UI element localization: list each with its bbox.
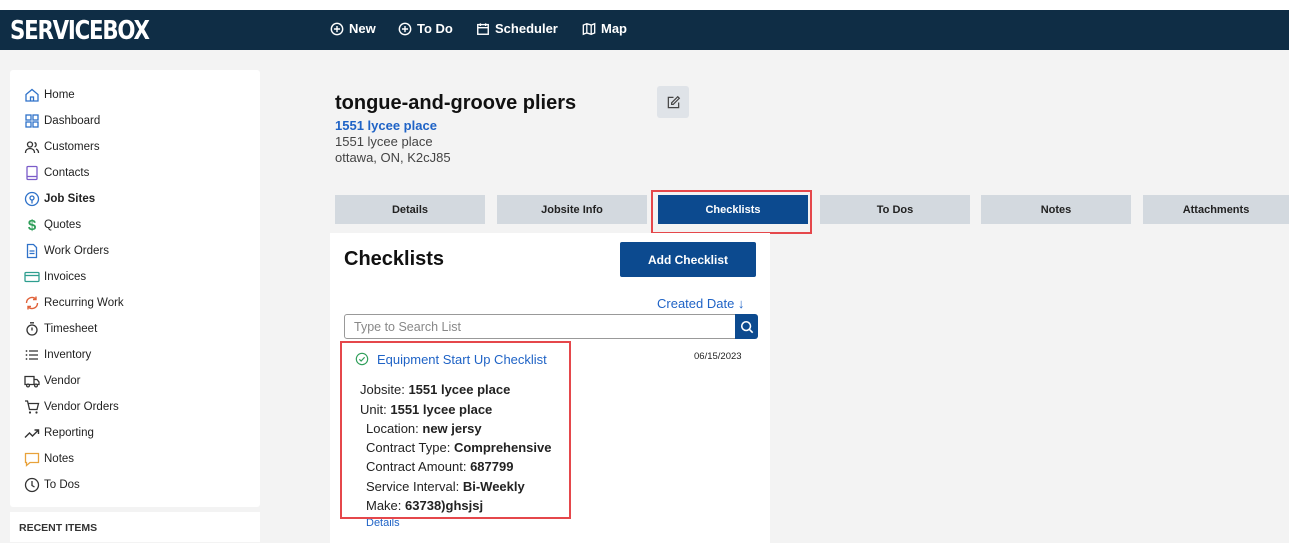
recent-items-title: RECENT ITEMS	[19, 522, 98, 534]
sidebar-item-work-orders[interactable]: Work Orders	[24, 240, 109, 262]
sidebar-item-inventory[interactable]: Inventory	[24, 344, 91, 366]
sidebar-item-vendor-orders[interactable]: Vendor Orders	[24, 396, 119, 418]
chat-icon	[24, 451, 40, 467]
dollar-icon: $	[27, 216, 37, 234]
nav-map-label: Map	[601, 21, 627, 36]
nav-scheduler-label: Scheduler	[495, 21, 558, 36]
card-icon	[24, 269, 40, 285]
list-icon	[24, 347, 40, 363]
plus-circle-icon	[330, 22, 344, 35]
address-link[interactable]: 1551 lycee place	[335, 118, 437, 133]
plus-circle-icon	[398, 22, 412, 35]
cart-icon	[24, 399, 40, 415]
sidebar-item-label: Reporting	[44, 427, 94, 439]
highlight-box-tab	[651, 190, 812, 234]
brand-logo[interactable]: SERVICEBOX	[10, 16, 150, 46]
sidebar-item-notes[interactable]: Notes	[24, 448, 74, 470]
home-icon	[24, 87, 40, 103]
nav-map[interactable]: Map	[582, 21, 627, 36]
sidebar-item-timesheet[interactable]: Timesheet	[24, 318, 97, 340]
sidebar-item-label: Contacts	[44, 167, 90, 179]
nav-new-label: New	[349, 21, 376, 36]
sidebar-item-vendor[interactable]: Vendor	[24, 370, 80, 392]
tab-jobsite-info[interactable]: Jobsite Info	[497, 195, 647, 224]
sidebar-item-label: Job Sites	[44, 193, 96, 205]
edit-icon	[667, 95, 680, 108]
tab-details[interactable]: Details	[335, 195, 485, 224]
nav-new[interactable]: New	[330, 21, 376, 36]
page-title: tongue-and-groove pliers	[335, 92, 577, 114]
checklists-title: Checklists	[344, 248, 445, 270]
sidebar-item-label: Vendor Orders	[44, 401, 119, 413]
sidebar-item-label: Work Orders	[44, 245, 109, 257]
sidebar-item-label: Invoices	[44, 271, 87, 283]
nav-todo-label: To Do	[417, 21, 453, 36]
sidebar-item-dashboard[interactable]: Dashboard	[24, 110, 100, 132]
search-input[interactable]	[344, 314, 736, 339]
trend-icon	[24, 425, 40, 441]
sort-created-date[interactable]: Created Date ↓	[657, 296, 744, 311]
address-line-2: ottawa, ON, K2cJ85	[335, 150, 451, 165]
highlight-box-checklist	[340, 341, 571, 519]
sidebar-item-label: Dashboard	[44, 115, 101, 127]
edit-button[interactable]	[657, 86, 689, 118]
stopwatch-icon	[24, 321, 40, 337]
sidebar-item-reporting[interactable]: Reporting	[24, 422, 94, 444]
tab-attachments[interactable]: Attachments	[1143, 195, 1289, 224]
users-icon	[24, 139, 40, 155]
sidebar-item-label: Vendor	[44, 375, 81, 387]
book-icon	[24, 165, 40, 181]
sidebar-item-label: To Dos	[44, 479, 80, 491]
recent-items-section: RECENT ITEMS	[10, 512, 260, 542]
sidebar-item-to-dos[interactable]: To Dos	[24, 474, 80, 496]
nav-scheduler[interactable]: Scheduler	[476, 21, 558, 36]
sidebar-item-home[interactable]: Home	[24, 84, 75, 106]
sidebar-item-invoices[interactable]: Invoices	[24, 266, 86, 288]
browser-strip	[0, 0, 1289, 10]
search-button[interactable]	[735, 314, 758, 339]
sidebar-item-label: Recurring Work	[44, 297, 124, 309]
tab-notes[interactable]: Notes	[981, 195, 1131, 224]
checklist-date: 06/15/2023	[694, 351, 742, 362]
sidebar-item-customers[interactable]: Customers	[24, 136, 100, 158]
document-icon	[24, 243, 40, 259]
sidebar-item-label: Notes	[44, 453, 75, 465]
sidebar-item-label: Customers	[44, 141, 100, 153]
sidebar-item-label: Quotes	[44, 219, 82, 231]
search-icon	[740, 320, 753, 333]
tab-to-dos[interactable]: To Dos	[820, 195, 970, 224]
address-line-1: 1551 lycee place	[335, 134, 433, 149]
sidebar-item-recurring-work[interactable]: Recurring Work	[24, 292, 124, 314]
sidebar-item-job-sites[interactable]: Job Sites	[24, 188, 95, 210]
calendar-icon	[477, 22, 489, 35]
top-navbar: SERVICEBOX New To Do Scheduler Map	[0, 10, 1289, 50]
map-icon	[582, 22, 596, 35]
clock-icon	[24, 477, 40, 493]
nav-todo[interactable]: To Do	[398, 21, 453, 36]
sidebar-item-contacts[interactable]: Contacts	[24, 162, 89, 184]
sidebar-item-label: Timesheet	[44, 323, 98, 335]
sidebar-item-label: Home	[44, 89, 75, 101]
truck-icon	[24, 373, 40, 389]
sidebar-item-quotes[interactable]: $ Quotes	[24, 214, 81, 236]
sidebar-item-label: Inventory	[44, 349, 92, 361]
location-pin-icon	[24, 191, 40, 207]
refresh-icon	[24, 295, 40, 311]
add-checklist-button[interactable]: Add Checklist	[620, 242, 756, 277]
grid-icon	[24, 113, 40, 129]
